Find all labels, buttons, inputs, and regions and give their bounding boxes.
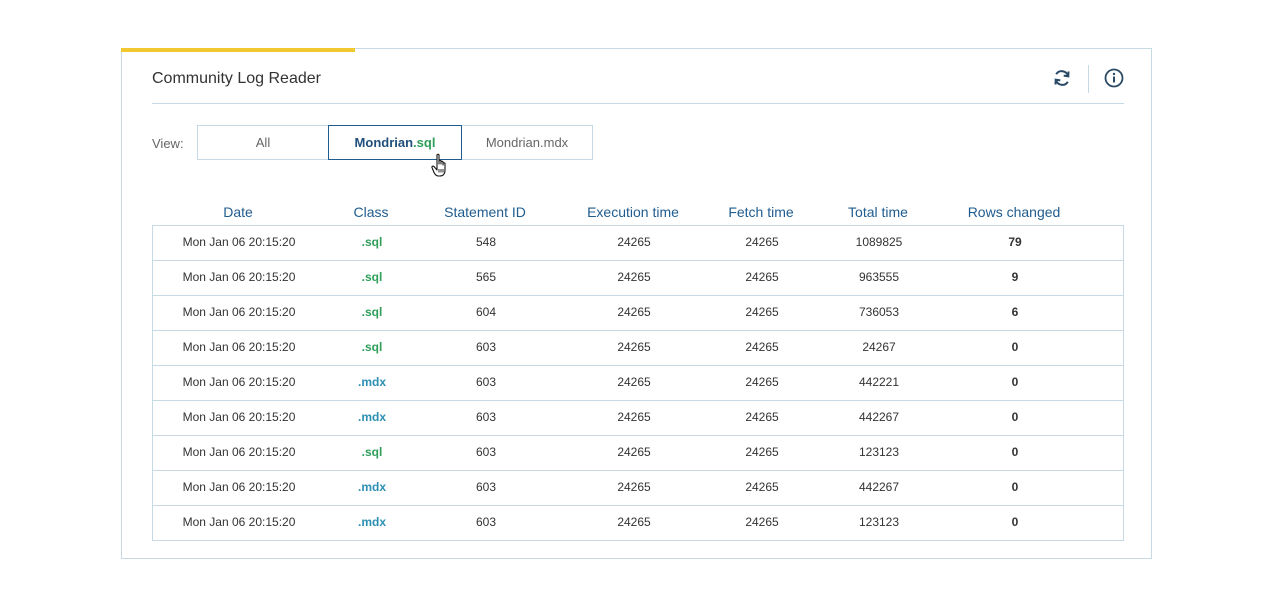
view-mdx-label: Mondrian.mdx [485,135,569,150]
cell-statement-id: 604 [475,305,497,319]
cell-total-time: 24267 [862,340,896,354]
cell-class: .mdx [357,410,387,424]
cell-class: .sql [361,235,383,249]
view-all-label: All [255,135,271,150]
table-row[interactable]: Mon Jan 06 20:15:20 .mdx 603 24265 24265… [153,506,1123,540]
cell-statement-id: 603 [475,410,497,424]
cell-fetch-time: 24265 [745,305,779,319]
cell-fetch-time: 24265 [745,515,779,529]
cell-fetch-time: 24265 [745,410,779,424]
cell-execution-time: 24265 [617,480,651,494]
cell-date: Mon Jan 06 20:15:20 [182,445,296,459]
cell-statement-id: 548 [475,235,497,249]
cell-rows-changed: 0 [1011,445,1019,459]
col-header-fetch-time[interactable]: Fetch time [728,204,793,220]
toolbar-divider [1088,65,1089,93]
cell-date: Mon Jan 06 20:15:20 [182,270,296,284]
cell-date: Mon Jan 06 20:15:20 [182,235,296,249]
col-header-execution-time[interactable]: Execution time [587,204,679,220]
cell-fetch-time: 24265 [745,270,779,284]
col-header-date[interactable]: Date [223,204,253,220]
table-row[interactable]: Mon Jan 06 20:15:20 .mdx 603 24265 24265… [153,471,1123,506]
cell-execution-time: 24265 [617,375,651,389]
cell-fetch-time: 24265 [745,375,779,389]
cell-date: Mon Jan 06 20:15:20 [182,515,296,529]
table-row[interactable]: Mon Jan 06 20:15:20 .mdx 603 24265 24265… [153,401,1123,436]
cell-total-time: 123123 [858,445,900,459]
refresh-icon [1054,70,1070,86]
log-table-body: Mon Jan 06 20:15:20 .sql 548 24265 24265… [152,225,1124,541]
cell-date: Mon Jan 06 20:15:20 [182,480,296,494]
view-all-tab[interactable]: All [197,125,329,160]
cell-statement-id: 603 [475,375,497,389]
cell-class: .sql [361,270,383,284]
cell-fetch-time: 24265 [745,340,779,354]
cell-execution-time: 24265 [617,305,651,319]
cell-rows-changed: 9 [1011,270,1019,284]
col-header-statement-id[interactable]: Statement ID [444,204,526,220]
info-icon [1104,68,1124,88]
view-mondrian-label: Mondrian [354,135,414,150]
col-header-total-time[interactable]: Total time [848,204,908,220]
info-button[interactable] [1102,66,1126,90]
view-sql-suffix: .sql [413,135,436,150]
cell-fetch-time: 24265 [745,445,779,459]
table-row[interactable]: Mon Jan 06 20:15:20 .mdx 603 24265 24265… [153,366,1123,401]
accent-bar [121,48,355,52]
table-row[interactable]: Mon Jan 06 20:15:20 .sql 603 24265 24265… [153,436,1123,471]
cell-fetch-time: 24265 [745,235,779,249]
panel-title: Community Log Reader [152,70,321,87]
cell-statement-id: 603 [475,445,497,459]
cell-total-time: 963555 [858,270,900,284]
table-row[interactable]: Mon Jan 06 20:15:20 .sql 548 24265 24265… [153,226,1123,261]
col-header-rows-changed[interactable]: Rows changed [968,204,1061,220]
cell-total-time: 736053 [858,305,900,319]
cell-execution-time: 24265 [617,270,651,284]
cell-total-time: 442221 [858,375,900,389]
log-reader-panel: Community Log Reader View: All Mondrian.… [121,48,1152,559]
cell-class: .mdx [357,480,387,494]
view-mondrian-mdx-tab[interactable]: Mondrian.mdx [461,125,593,160]
cell-total-time: 123123 [858,515,900,529]
cell-rows-changed: 0 [1011,410,1019,424]
cell-class: .sql [361,340,383,354]
cell-execution-time: 24265 [617,235,651,249]
table-row[interactable]: Mon Jan 06 20:15:20 .sql 603 24265 24265… [153,331,1123,366]
cell-rows-changed: 0 [1011,515,1019,529]
cell-class: .sql [361,305,383,319]
cell-rows-changed: 79 [1008,235,1022,249]
cell-statement-id: 603 [475,340,497,354]
cell-execution-time: 24265 [617,515,651,529]
cell-execution-time: 24265 [617,340,651,354]
cell-execution-time: 24265 [617,410,651,424]
refresh-button[interactable] [1050,66,1074,90]
cell-total-time: 1089825 [855,235,903,249]
cell-execution-time: 24265 [617,445,651,459]
cell-total-time: 442267 [858,480,900,494]
cell-class: .mdx [357,515,387,529]
view-label: View: [152,136,184,151]
cell-date: Mon Jan 06 20:15:20 [182,375,296,389]
cell-statement-id: 565 [475,270,497,284]
cell-total-time: 442267 [858,410,900,424]
cell-statement-id: 603 [475,480,497,494]
cell-statement-id: 603 [475,515,497,529]
table-row[interactable]: Mon Jan 06 20:15:20 .sql 565 24265 24265… [153,261,1123,296]
cell-date: Mon Jan 06 20:15:20 [182,410,296,424]
header-divider [152,103,1124,104]
cell-date: Mon Jan 06 20:15:20 [182,305,296,319]
cell-rows-changed: 6 [1011,305,1019,319]
cell-rows-changed: 0 [1011,480,1019,494]
col-header-class[interactable]: Class [353,204,388,220]
cell-fetch-time: 24265 [745,480,779,494]
cell-date: Mon Jan 06 20:15:20 [182,340,296,354]
cell-class: .sql [361,445,383,459]
table-header: Date Class Statement ID Execution time F… [152,204,1124,224]
cell-class: .mdx [357,375,387,389]
cell-rows-changed: 0 [1011,375,1019,389]
table-row[interactable]: Mon Jan 06 20:15:20 .sql 604 24265 24265… [153,296,1123,331]
cell-rows-changed: 0 [1011,340,1019,354]
hand-pointer-icon [431,153,451,184]
